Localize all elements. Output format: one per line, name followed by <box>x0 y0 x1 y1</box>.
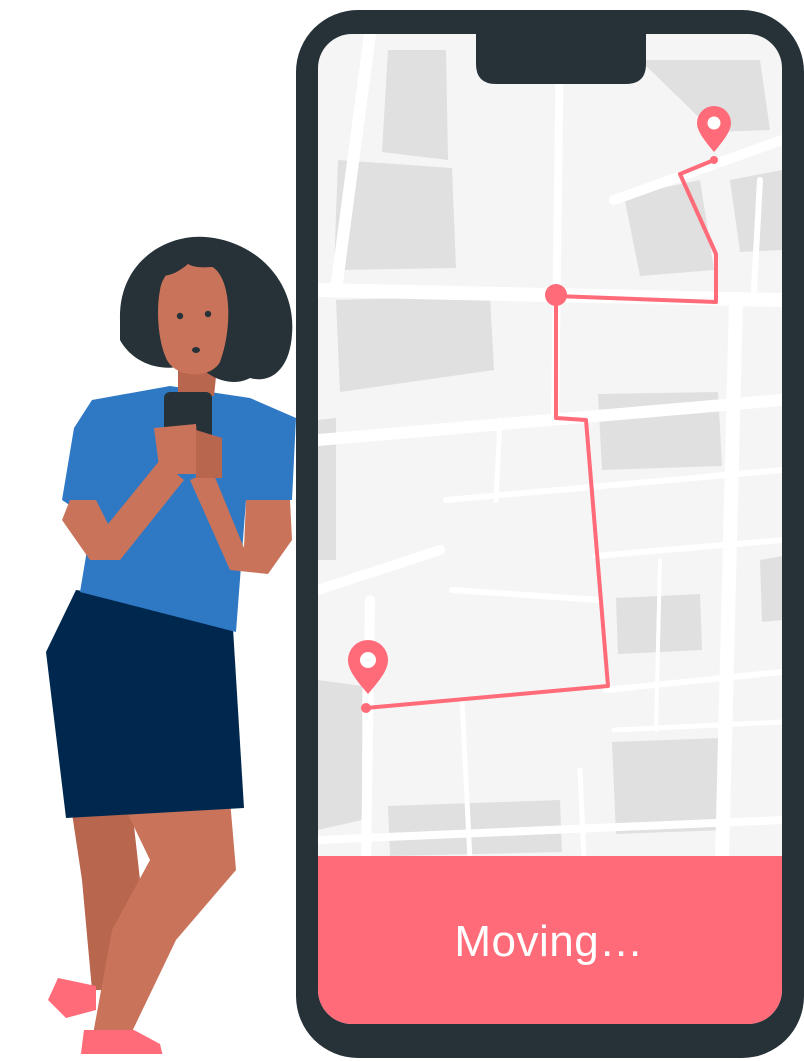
waypoint-dot-icon <box>545 284 567 306</box>
sneaker-back <box>48 978 96 1018</box>
illustration-canvas <box>46 10 804 1061</box>
woman-figure <box>46 236 296 1061</box>
status-bar <box>318 856 782 1024</box>
delivery-tracking-illustration: Moving… <box>0 0 804 1061</box>
phone <box>296 10 804 1058</box>
map-screen <box>318 34 782 1024</box>
phone-notch <box>476 30 646 84</box>
